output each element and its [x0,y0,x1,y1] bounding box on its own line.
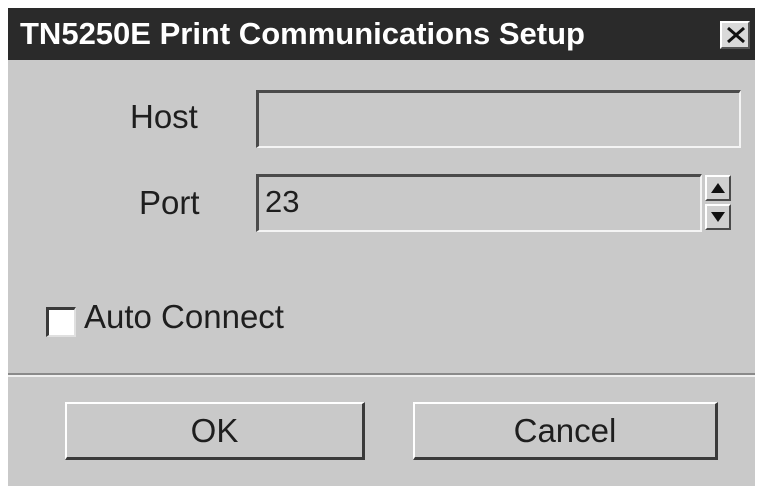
host-input[interactable] [256,90,741,148]
port-spin-up-button[interactable] [705,175,731,201]
auto-connect-checkbox[interactable] [46,307,76,337]
close-button[interactable] [720,21,750,49]
window-title: TN5250E Print Communications Setup [20,16,585,51]
port-spin-down-button[interactable] [705,204,731,230]
separator [8,373,755,377]
port-input[interactable]: 23 [256,174,702,232]
cancel-button[interactable]: Cancel [413,402,718,460]
title-bar[interactable]: TN5250E Print Communications Setup [8,8,755,60]
ok-button[interactable]: OK [65,402,365,460]
auto-connect-label[interactable]: Auto Connect [84,299,284,335]
setup-dialog: TN5250E Print Communications Setup Host … [8,8,755,486]
host-label: Host [130,98,198,135]
port-label: Port [139,184,200,221]
